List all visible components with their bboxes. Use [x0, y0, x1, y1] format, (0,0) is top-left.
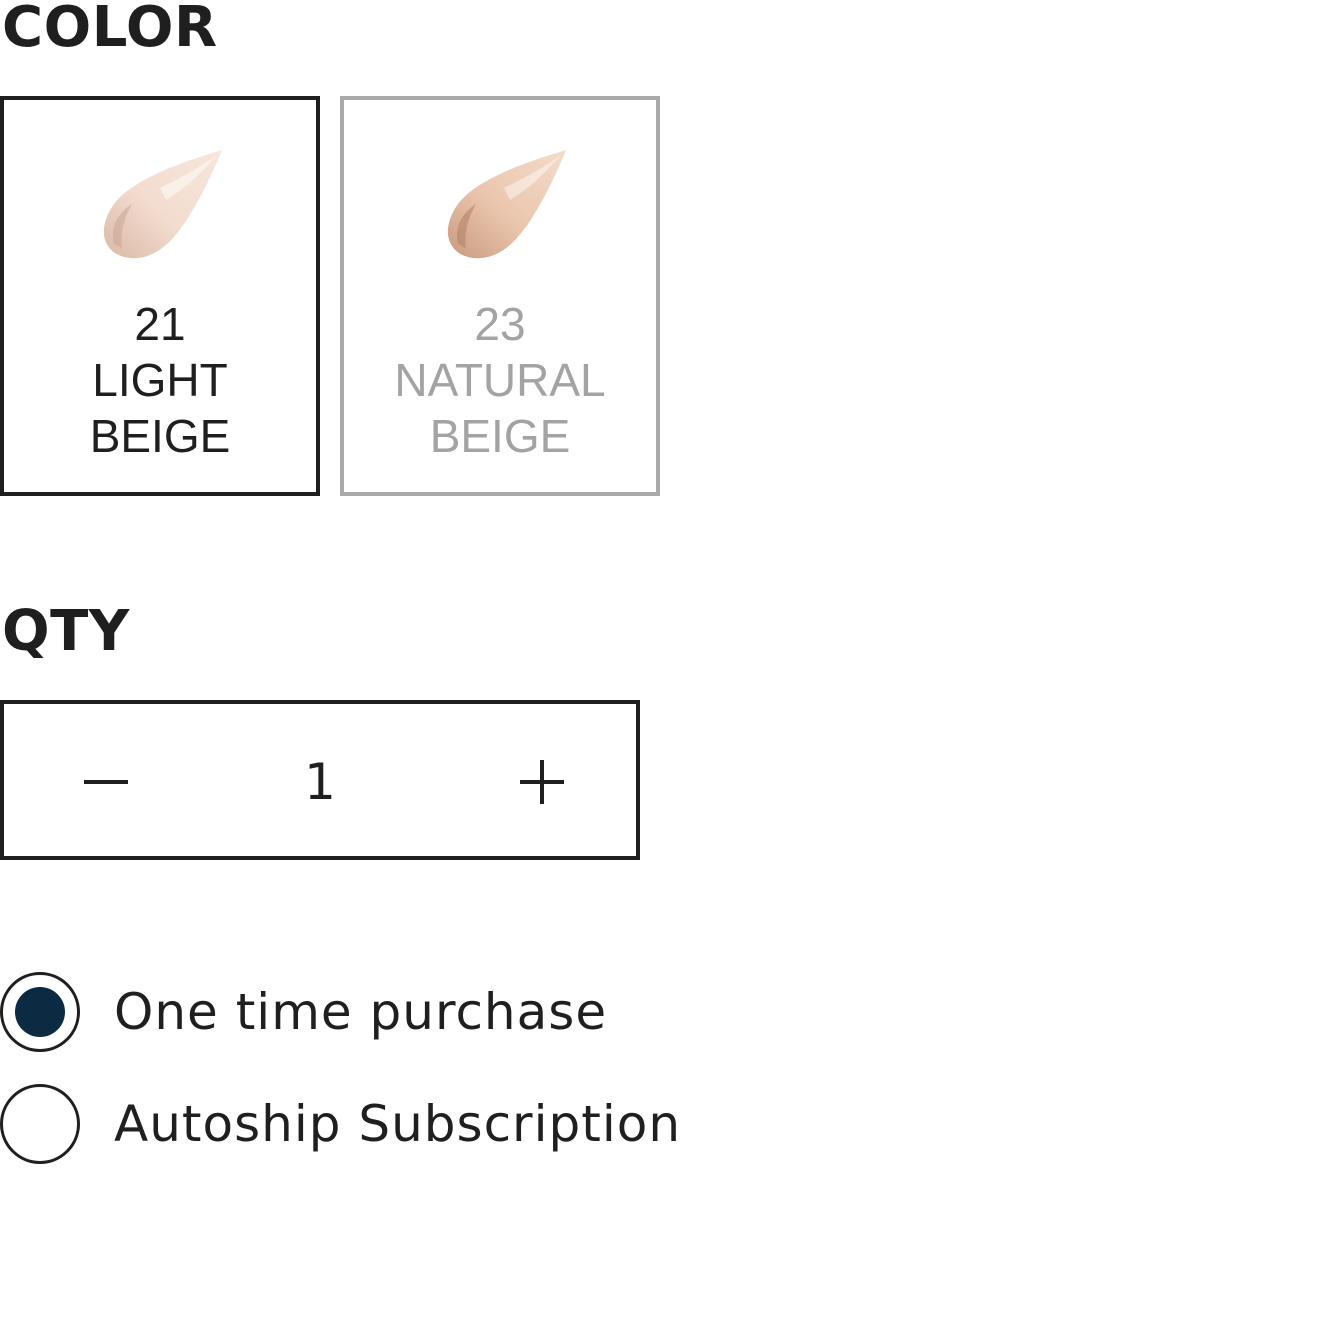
- swatch-number: 23: [474, 298, 526, 350]
- swatch-name-line1: NATURAL: [394, 354, 606, 406]
- qty-section-label: QTY: [2, 599, 130, 664]
- increase-quantity-button[interactable]: [482, 704, 602, 856]
- minus-icon: [84, 780, 128, 784]
- decrease-quantity-button[interactable]: [46, 704, 166, 856]
- purchase-option-autoship[interactable]: Autoship Subscription: [0, 1082, 681, 1166]
- swatch-name-line2: BEIGE: [89, 410, 231, 462]
- swatch-name-line1: LIGHT: [92, 354, 228, 406]
- plus-icon: [520, 760, 564, 804]
- swatch-label: 21 LIGHT BEIGE: [4, 296, 316, 464]
- foundation-smear-natural-beige-icon: [447, 150, 566, 259]
- swatch-23-natural-beige[interactable]: 23 NATURAL BEIGE: [340, 96, 660, 496]
- radio-autoship[interactable]: [0, 1084, 80, 1164]
- option-label-one-time: One time purchase: [114, 983, 608, 1041]
- swatch-21-light-beige[interactable]: 21 LIGHT BEIGE: [0, 96, 320, 496]
- swatch-name-line2: BEIGE: [429, 410, 571, 462]
- foundation-smear-light-beige-icon: [103, 150, 222, 259]
- swatch-number: 21: [134, 298, 186, 350]
- radio-one-time[interactable]: [0, 972, 80, 1052]
- option-label-autoship: Autoship Subscription: [114, 1095, 682, 1153]
- purchase-option-one-time[interactable]: One time purchase: [0, 970, 607, 1054]
- quantity-value[interactable]: 1: [204, 704, 436, 856]
- color-swatch-list: 21 LIGHT BEIGE 23 NATURAL BEIGE: [0, 96, 660, 496]
- quantity-stepper: 1: [0, 700, 640, 860]
- color-section-label: COLOR: [2, 0, 218, 60]
- swatch-label: 23 NATURAL BEIGE: [344, 296, 656, 464]
